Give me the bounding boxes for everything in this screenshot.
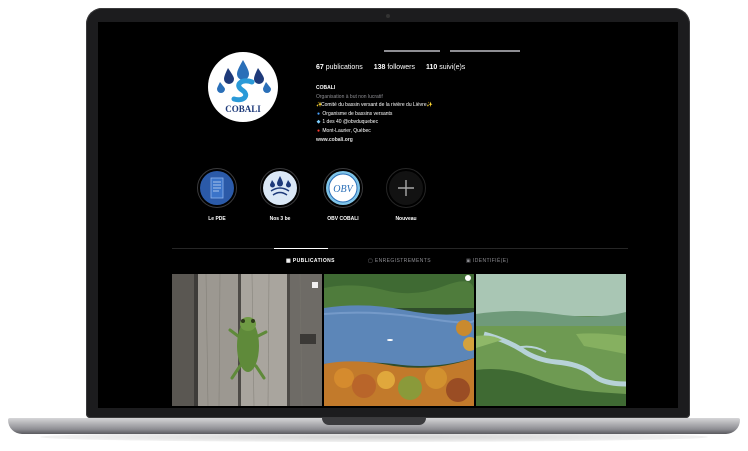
profile-stats: 67 publications 138 followers 110 suivi(… (316, 64, 465, 71)
highlight-le-pde[interactable]: Le PDE (195, 168, 239, 222)
camera-icon (386, 14, 390, 18)
svg-text:COBALI: COBALI (225, 104, 261, 114)
profile-avatar[interactable]: COBALI (208, 52, 278, 122)
grid-icon: ▦ (286, 258, 293, 264)
highlight-label: OBV COBALI (327, 216, 359, 222)
plus-icon (389, 171, 423, 205)
svg-text:OBV: OBV (333, 184, 354, 195)
profile-name: COBALI (316, 85, 336, 91)
bio-line: Mont-Laurier, Québec (322, 127, 371, 134)
highlight-nos-3-be[interactable]: Nos 3 be (258, 168, 302, 222)
instagram-profile-screen: COBALI 67 publications 138 followers 110… (98, 22, 678, 408)
post-frog-on-wood[interactable] (172, 274, 322, 406)
tab-saved[interactable]: ▢ ENREGISTREMENTS (368, 258, 431, 264)
post-river-valley[interactable] (476, 274, 626, 406)
highlight-nouveau[interactable]: Nouveau (384, 168, 428, 222)
highlight-obv-cobali[interactable]: OBV OBV COBALI (321, 168, 365, 222)
obv-logo-icon: OBV (326, 171, 360, 205)
laptop-notch (322, 418, 426, 425)
highlight-ring (197, 168, 237, 208)
profile-category: Organisation à but non lucratif (316, 93, 383, 100)
highlight-ring (386, 168, 426, 208)
stat-underline (384, 50, 440, 52)
tab-publications[interactable]: ▦ PUBLICATIONS (286, 258, 335, 264)
tag-icon: ▣ (466, 258, 473, 264)
highlight-ring (260, 168, 300, 208)
bio-line: Organisme de bassins versants (322, 110, 393, 117)
bookmark-icon: ▢ (368, 258, 375, 264)
laptop-lid: COBALI 67 publications 138 followers 110… (86, 8, 690, 418)
highlight-ring: OBV (323, 168, 363, 208)
tab-tagged[interactable]: ▣ IDENTIFIÉ(E) (466, 258, 509, 264)
following-stat[interactable]: 110 suivi(e)s (426, 64, 465, 71)
map-icon: ◆ (316, 119, 321, 126)
profile-bio: COBALI Organisation à but non lucratif ✨… (316, 84, 433, 145)
highlight-label: Le PDE (208, 216, 226, 222)
bio-line: 1 des 40 @obvduquebec (322, 119, 379, 126)
website-link[interactable]: www.cobali.org (316, 136, 432, 145)
document-icon (200, 171, 234, 205)
pin-icon: ● (316, 127, 321, 134)
sparkle-icon: ✨ (426, 102, 433, 109)
post-lake-autumn[interactable] (324, 274, 474, 406)
cobali-logo-icon (263, 171, 297, 205)
bio-line: Comité du bassin versant de la rivière d… (321, 102, 427, 109)
cobali-logo-icon: COBALI (209, 53, 277, 121)
active-tab-indicator (274, 248, 328, 249)
droplet-icon: ● (316, 110, 321, 117)
tabs-divider (172, 248, 628, 249)
highlight-label: Nos 3 be (269, 216, 291, 222)
highlight-label: Nouveau (395, 216, 417, 222)
stat-underline (450, 50, 520, 52)
posts-stat[interactable]: 67 publications (316, 64, 363, 71)
followers-stat[interactable]: 138 followers (374, 64, 415, 71)
